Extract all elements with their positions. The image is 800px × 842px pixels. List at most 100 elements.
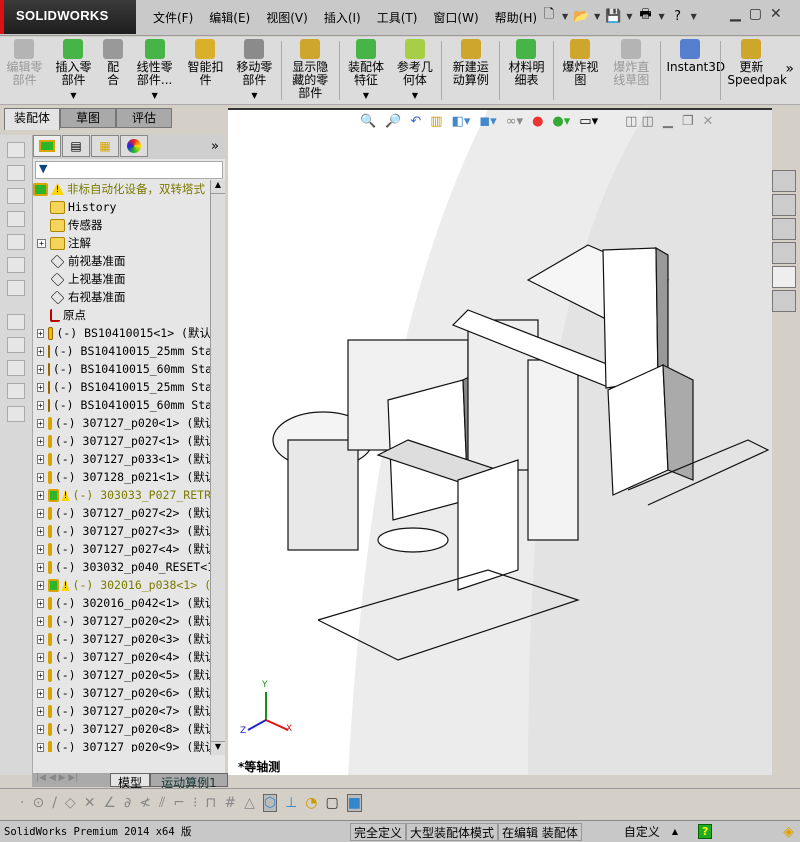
minimize-icon[interactable]: ▁ [730, 6, 741, 22]
shaded-box-icon[interactable]: ■ [346, 793, 362, 812]
new-dropdown[interactable]: ▼ [562, 12, 568, 21]
tree-item[interactable]: + 注解 [33, 234, 211, 252]
expand-icon[interactable]: + [37, 562, 44, 572]
tab-evaluate[interactable]: 评估 [116, 108, 172, 128]
command-6[interactable]: 显示隐藏的零部件 [284, 37, 337, 104]
command-4[interactable]: 智能扣件 [181, 37, 230, 104]
wireframe-icon[interactable]: ▢ [326, 795, 339, 811]
appearances-icon[interactable] [772, 266, 796, 288]
display-manager-tab-icon[interactable] [120, 135, 148, 157]
move-icon[interactable] [7, 360, 25, 376]
tree-item[interactable]: 右视基准面 [33, 288, 211, 306]
expand-icon[interactable]: + [37, 508, 44, 518]
triangle-icon[interactable]: △ [244, 795, 255, 811]
circle-icon[interactable]: ⊙ [32, 795, 44, 811]
tab-model[interactable]: 模型 [110, 773, 150, 790]
command-8[interactable]: 参考几何体 ▼ [390, 37, 439, 104]
view-cube-icon[interactable] [7, 280, 25, 296]
tab-sketch[interactable]: 草图 [60, 108, 116, 128]
parallel-icon[interactable]: ⫽ [159, 795, 165, 811]
chevron-down-icon[interactable]: ▼ [363, 89, 369, 102]
expand-icon[interactable]: + [37, 580, 44, 590]
expand-icon[interactable]: + [37, 634, 44, 644]
tree-item[interactable]: + (-) 307128_p021<1> (默认 [33, 468, 211, 486]
tree-item[interactable]: + (-) 307127_p020<6> (默认 [33, 684, 211, 702]
view-cube-icon[interactable] [7, 211, 25, 227]
zoom-area-icon[interactable]: 🔎 [385, 114, 401, 129]
scroll-up-icon[interactable]: ▲ [211, 180, 225, 194]
tree-item[interactable]: + (-) BS10410015_25mm Sta [33, 378, 211, 396]
command-2[interactable]: 配合 [98, 37, 128, 104]
menu-file[interactable]: 文件(F) [145, 9, 201, 26]
command-7[interactable]: 装配体特征 ▼ [341, 37, 390, 104]
layer-icon[interactable] [7, 383, 25, 399]
view-orientation-icon[interactable]: ◧▾ [452, 114, 471, 129]
open-icon[interactable]: 📂 [572, 6, 590, 26]
point-icon[interactable]: · [20, 795, 24, 811]
menu-help[interactable]: 帮助(H) [487, 9, 545, 26]
view-cube-icon[interactable] [7, 188, 25, 204]
command-13[interactable]: Instant3D [662, 37, 725, 104]
scene-icon[interactable]: ●▾ [552, 114, 570, 129]
tab-navigation-arrows[interactable]: |◀ ◀ ▶ ▶| [32, 773, 110, 787]
expand-icon[interactable]: + [37, 364, 44, 374]
expand-icon[interactable]: + [37, 598, 44, 608]
tree-item[interactable]: + (-) BS10410015_25mm Sta [33, 342, 211, 360]
expand-icon[interactable]: + [37, 742, 44, 752]
file-explorer-icon[interactable] [772, 218, 796, 240]
edit-sketch-icon[interactable] [7, 337, 25, 353]
line-icon[interactable]: / [52, 795, 57, 811]
tree-item[interactable]: + (-) 307127_p020<7> (默认 [33, 702, 211, 720]
tree-item[interactable]: + (-) 307127_p027<4> (默认 [33, 540, 211, 558]
tree-item[interactable]: + (-) 307127_p033<1> (默认 [33, 450, 211, 468]
viewport-close-icon[interactable]: ✕ [702, 114, 713, 129]
expand-icon[interactable]: + [37, 436, 44, 446]
tree-item[interactable]: + (-) 307127_p027<2> (默认 [33, 504, 211, 522]
fillet-icon[interactable]: ∂ [124, 795, 131, 811]
tree-item[interactable]: + (-) 307127_p027<3> (默认 [33, 522, 211, 540]
previous-view-icon[interactable]: ↶ [410, 114, 421, 129]
command-1[interactable]: 插入零部件 ▼ [49, 37, 98, 104]
expand-icon[interactable]: + [37, 616, 44, 626]
help-icon[interactable]: ? [698, 824, 713, 839]
viewport-restore-icon[interactable]: ❐ [682, 114, 694, 129]
split-view-icon[interactable]: ◫ ◫ [625, 114, 654, 129]
view-palette-icon[interactable] [772, 242, 796, 264]
new-icon[interactable]: 🗋 [540, 6, 558, 26]
viewport-minimize-icon[interactable]: ▁ [663, 114, 673, 129]
expand-icon[interactable]: + [37, 238, 46, 248]
expand-icon[interactable]: + [37, 724, 44, 734]
tab-motion-study[interactable]: 运动算例1 [150, 773, 228, 790]
dimension-icon[interactable]: ⁝ [193, 795, 197, 811]
command-0[interactable]: 编辑零部件 [0, 37, 49, 104]
command-5[interactable]: 移动零部件 ▼ [230, 37, 279, 104]
tree-item[interactable]: + (-) 307127_p020<4> (默认 [33, 648, 211, 666]
expand-icon[interactable]: + [37, 706, 44, 716]
units-dropdown-icon[interactable]: ▲ [672, 827, 678, 836]
expand-icon[interactable]: + [37, 418, 44, 428]
feature-tree-tab-icon[interactable] [33, 135, 61, 157]
view-cube-icon[interactable] [7, 165, 25, 181]
expand-icon[interactable]: + [37, 472, 44, 482]
tree-item[interactable]: + (-) 307127_p020<3> (默认 [33, 630, 211, 648]
tree-item[interactable]: 原点 [33, 306, 211, 324]
expand-icon[interactable]: + [37, 526, 44, 536]
tree-item[interactable]: +! (-) 302016_p038<1> ( [33, 576, 211, 594]
tree-item[interactable]: + (-) 307127_p020<2> (默认 [33, 612, 211, 630]
command-11[interactable]: 爆炸视图 [556, 37, 605, 104]
menu-view[interactable]: 视图(V) [258, 9, 316, 26]
expand-icon[interactable]: + [37, 670, 44, 680]
expand-icon[interactable]: + [37, 328, 44, 338]
command-14[interactable]: 更新Speedpak [723, 37, 787, 104]
tree-scrollbar[interactable]: ▲ ▼ [210, 180, 225, 755]
tree-item[interactable]: 前视基准面 [33, 252, 211, 270]
configuration-manager-tab-icon[interactable]: ▦ [91, 135, 119, 157]
graphics-area[interactable]: Y X Z *等轴测 [228, 108, 772, 775]
tree-item[interactable]: 上视基准面 [33, 270, 211, 288]
menu-edit[interactable]: 编辑(E) [201, 9, 258, 26]
units-selector[interactable]: 自定义 [624, 823, 660, 840]
expand-icon[interactable]: + [37, 688, 44, 698]
command-3[interactable]: 线性零部件... ▼ [128, 37, 181, 104]
home-icon[interactable] [772, 170, 796, 192]
print-dropdown[interactable]: ▼ [658, 12, 664, 21]
